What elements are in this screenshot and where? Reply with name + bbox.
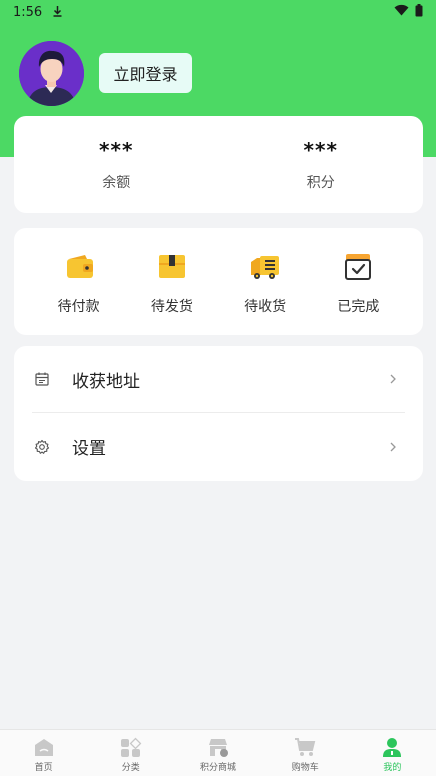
account-stats-card: *** 余额 *** 积分 [14,116,423,213]
bottom-tab-bar: 首页 分类 积分商城 购物车 我的 [0,729,436,776]
points-value: *** [303,138,338,162]
wifi-icon [394,4,409,20]
login-button[interactable]: 立即登录 [99,53,192,93]
order-pending-shipment[interactable]: 待发货 [125,228,218,335]
balance-label: 余额 [102,175,131,191]
calendar-icon [35,372,49,386]
battery-icon [415,3,423,21]
wallet-icon [66,255,93,278]
download-icon [52,5,63,20]
chevron-right-icon [390,442,396,451]
gear-icon [34,439,50,454]
tab-category[interactable]: 分类 [87,730,174,776]
tab-home[interactable]: 首页 [0,730,87,776]
status-time: 1:56 [13,4,43,20]
tab-points-mall[interactable]: 积分商城 [174,730,261,776]
tab-cart[interactable]: 购物车 [262,730,349,776]
tab-points-mall-label: 积分商城 [200,763,237,773]
menu-item-address-label: 收获地址 [72,371,140,392]
tab-category-label: 分类 [121,763,140,773]
completed-box-icon [345,254,372,280]
profile-icon [383,738,402,757]
home-icon [34,739,53,756]
category-icon [120,737,142,757]
menu-item-settings-label: 设置 [72,439,106,459]
order-pending-receipt-label: 待收货 [244,299,287,315]
cart-icon [295,738,316,756]
menu-item-address[interactable]: 收获地址 [32,346,405,413]
truck-icon [251,256,280,279]
chevron-right-icon [390,374,396,384]
order-pending-payment-label: 待付款 [57,299,100,315]
menu-item-settings[interactable]: 设置 [32,413,405,480]
points-label: 积分 [306,175,335,191]
order-pending-receipt[interactable]: 待收货 [219,228,312,335]
store-icon [209,739,228,757]
order-completed[interactable]: 已完成 [312,228,405,335]
tab-cart-label: 购物车 [291,763,319,773]
tab-profile[interactable]: 我的 [349,730,436,776]
order-pending-shipment-label: 待发货 [150,299,193,315]
orders-card: 待付款 待发货 待收货 已完成 [14,228,423,335]
points-stat[interactable]: *** 积分 [219,116,424,213]
settings-menu-card: 收获地址 设置 [14,346,423,481]
box-icon [158,255,185,278]
balance-stat[interactable]: *** 余额 [14,116,219,213]
tab-profile-label: 我的 [383,763,402,773]
status-bar: 1:56 [0,0,436,24]
balance-value: *** [99,138,134,162]
tab-home-label: 首页 [34,763,53,773]
avatar[interactable] [19,41,84,106]
order-completed-label: 已完成 [337,299,380,315]
order-pending-payment[interactable]: 待付款 [32,228,125,335]
